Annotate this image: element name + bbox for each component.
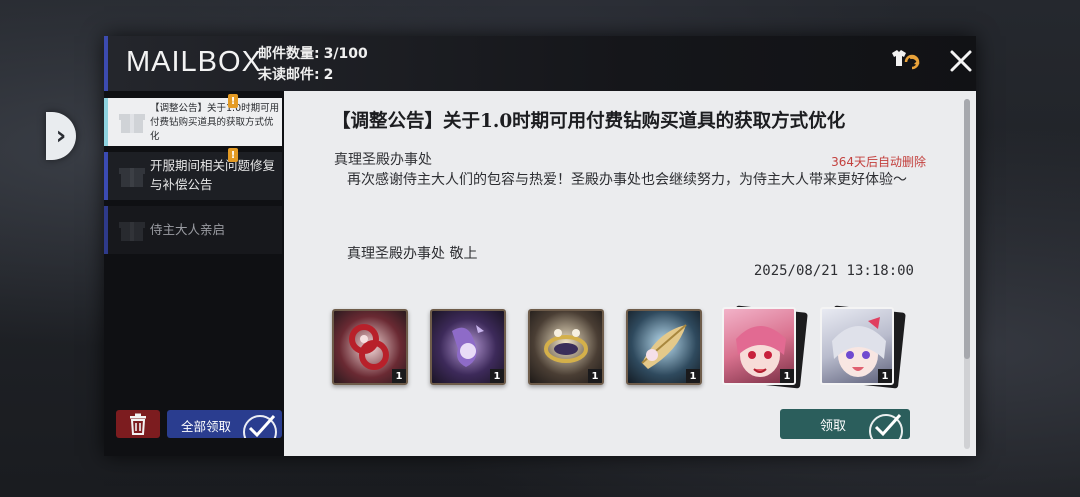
close-button[interactable]: [944, 44, 978, 78]
claim-all-button[interactable]: 全部领取: [167, 410, 282, 438]
scrollbar[interactable]: [964, 99, 970, 449]
mailbox-header: MAILBOX 邮件数量: 3/100 未读邮件: 2: [104, 36, 976, 91]
mail-signature: 真理圣殿办事处 敬上: [347, 246, 478, 262]
mail-body: 再次感谢侍主大人们的包容与热爱！圣殿办事处也会继续努力，为侍主大人带来更好体验～: [347, 172, 907, 188]
attachment-qty: 1: [588, 369, 602, 383]
attachment-character-card[interactable]: 1: [722, 305, 808, 389]
mail-title: 【调整公告】关于1.0时期可用付费钻购买道具的获取方式优化: [332, 111, 846, 132]
expire-notice: 364天后自动删除: [831, 155, 926, 169]
close-icon: [950, 50, 972, 72]
gift-icon: [119, 222, 145, 241]
mail-list-item-label: 开服期间相关问题修复与补偿公告: [150, 158, 276, 192]
mail-content: 【调整公告】关于1.0时期可用付费钻购买道具的获取方式优化 真理圣殿办事处 36…: [284, 91, 976, 456]
mail-stats: 邮件数量: 3/100 未读邮件: 2: [258, 44, 368, 86]
attachments: 1 1 1 1 1 1: [332, 305, 932, 389]
mail-count-value: 3/100: [323, 46, 368, 62]
mail-list-item-personal-letter[interactable]: 侍主大人亲启: [104, 206, 282, 254]
page-title: MAILBOX: [126, 46, 262, 78]
attachment-qty: 1: [686, 369, 700, 383]
checkmark-icon: [869, 413, 903, 439]
attachment-qty: 1: [878, 369, 892, 383]
card-front: 1: [722, 307, 796, 385]
attachment-qty: 1: [392, 369, 406, 383]
trash-icon: [130, 413, 146, 435]
card-front: 1: [820, 307, 894, 385]
mail-sender: 真理圣殿办事处: [334, 152, 432, 168]
attachment-item[interactable]: 1: [528, 309, 604, 385]
gift-icon: [119, 114, 145, 133]
mailbox-panel: MAILBOX 邮件数量: 3/100 未读邮件: 2 【调整公告】关于1.0时…: [104, 36, 976, 456]
attachment-item[interactable]: 1: [430, 309, 506, 385]
claim-all-label: 全部领取: [181, 419, 232, 434]
scrollbar-thumb[interactable]: [964, 99, 970, 359]
unread-badge: !: [228, 148, 238, 162]
mail-list-item-label: 【调整公告】关于1.0时期可用付费钻购买道具的获取方式优化: [150, 103, 280, 142]
mail-list-item-adjustment-notice[interactable]: 【调整公告】关于1.0时期可用付费钻购买道具的获取方式优化 !: [104, 94, 282, 146]
mail-list-item-label: 侍主大人亲启: [150, 222, 226, 237]
unread-value: 2: [323, 67, 334, 83]
attachment-character-card[interactable]: 1: [820, 305, 906, 389]
claim-label: 领取: [820, 419, 847, 434]
delete-button[interactable]: [116, 410, 160, 438]
outfit-swap-button[interactable]: [886, 44, 920, 78]
attachment-item[interactable]: 1: [332, 309, 408, 385]
mail-count-label: 邮件数量:: [258, 46, 320, 62]
attachment-qty: 1: [490, 369, 504, 383]
shirt-swap-icon: [892, 50, 920, 70]
checkmark-icon: [243, 414, 277, 438]
mail-list-item-compensation[interactable]: 开服期间相关问题修复与补偿公告 !: [104, 148, 282, 200]
gift-icon: [119, 168, 145, 187]
mail-list: 【调整公告】关于1.0时期可用付费钻购买道具的获取方式优化 ! 开服期间相关问题…: [104, 94, 282, 318]
unread-badge: !: [228, 94, 238, 108]
claim-button[interactable]: 领取: [780, 409, 910, 439]
attachment-item[interactable]: 1: [626, 309, 702, 385]
attachment-qty: 1: [780, 369, 794, 383]
mail-date: 2025/08/21 13:18:00: [753, 263, 914, 279]
unread-label: 未读邮件:: [258, 67, 320, 83]
